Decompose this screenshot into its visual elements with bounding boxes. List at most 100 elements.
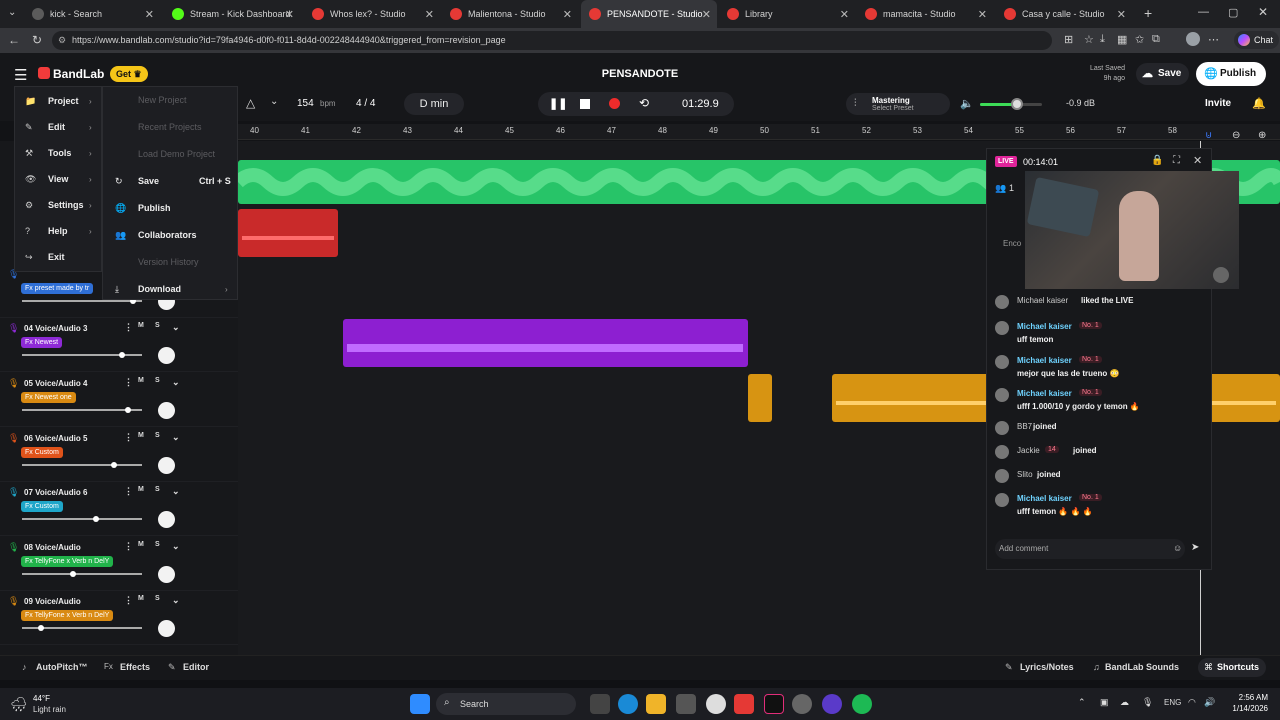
track-header[interactable]: 🎙 08 Voice/Audio Fx TellyFone x Verb n Del… <box>0 537 238 591</box>
metronome-icon[interactable]: △ <box>246 96 255 110</box>
pan-knob[interactable] <box>158 347 175 364</box>
settings-gear-icon[interactable] <box>792 694 812 714</box>
tab-close-icon[interactable]: ✕ <box>145 8 154 21</box>
lyrics-notes-button[interactable]: Lyrics/Notes <box>1020 662 1074 672</box>
copilot-chat-button[interactable]: Chat <box>1234 31 1280 49</box>
chat-username[interactable]: Jackie <box>1017 446 1040 455</box>
get-membership-button[interactable]: Get ♛ <box>110 66 148 82</box>
chat-username[interactable]: Michael kaiser <box>1017 389 1072 398</box>
bandlab-logo[interactable]: BandLab <box>53 67 104 81</box>
track-options-icon[interactable]: ⋮ <box>124 322 133 333</box>
pan-knob[interactable] <box>158 511 175 528</box>
snap-icon[interactable]: ⊍ <box>1205 130 1212 141</box>
download-icon[interactable]: ⤓ <box>1100 33 1105 46</box>
shortcuts-button[interactable]: ⌘ Shortcuts <box>1198 658 1266 677</box>
chrome-icon[interactable] <box>706 694 726 714</box>
collections-icon[interactable]: ⧉ <box>1152 33 1160 46</box>
autopitch-button[interactable]: AutoPitch™ <box>36 662 88 672</box>
pause-icon[interactable]: ❚❚ <box>549 97 567 110</box>
profile-avatar[interactable] <box>1186 32 1200 46</box>
install-icon[interactable]: ⊞ <box>1064 33 1073 46</box>
mute-button[interactable]: M <box>138 322 144 329</box>
browser-tab[interactable]: Casa y calle - Studio ✕ <box>996 0 1132 28</box>
clock-date[interactable]: 1/14/2026 <box>1222 704 1268 713</box>
pan-knob[interactable] <box>158 457 175 474</box>
solo-button[interactable]: S <box>155 432 160 439</box>
track-volume-slider[interactable] <box>22 462 142 468</box>
main-menu-item[interactable]: ⚒ Tools › <box>15 140 101 166</box>
track-fx-preset[interactable]: Fx Custom <box>21 501 63 512</box>
track-options-icon[interactable]: ⋮ <box>124 486 133 497</box>
track-volume-knob[interactable] <box>118 352 125 358</box>
mute-button[interactable]: M <box>138 432 144 439</box>
wifi-icon[interactable]: ◠ <box>1188 697 1196 708</box>
solo-button[interactable]: S <box>155 377 160 384</box>
chat-username[interactable]: Michael kaiser <box>1017 296 1068 305</box>
lock-icon[interactable]: 🔒 <box>1151 155 1163 166</box>
comment-input[interactable]: Add comment ☺ <box>995 539 1185 559</box>
live-video[interactable] <box>1025 171 1239 289</box>
edge-icon[interactable] <box>618 694 638 714</box>
track-name[interactable]: 07 Voice/Audio 6 <box>24 488 87 497</box>
more-icon[interactable]: ⋯ <box>1208 33 1219 46</box>
main-menu-item[interactable]: 👁 View › <box>15 166 101 192</box>
track-header[interactable]: 🎙 07 Voice/Audio 6 Fx Custom ⋮ M S ⌄ <box>0 482 238 536</box>
chat-username[interactable]: Michael kaiser <box>1017 494 1072 503</box>
track-name[interactable]: 04 Voice/Audio 3 <box>24 324 87 333</box>
stop-icon[interactable] <box>580 99 590 109</box>
reload-icon[interactable]: ↻ <box>32 33 42 47</box>
spotify-icon[interactable] <box>852 694 872 714</box>
expand-icon[interactable]: ⛶ <box>1173 155 1180 166</box>
track-volume-knob[interactable] <box>37 625 44 631</box>
track-volume-slider[interactable] <box>22 571 142 577</box>
project-submenu-item[interactable]: 👥 Collaborators <box>103 222 237 248</box>
track-fx-preset[interactable]: Fx Custom <box>21 447 63 458</box>
track-volume-knob[interactable] <box>124 407 131 413</box>
bookmark-icon[interactable]: ☆ <box>1084 33 1094 46</box>
master-volume-slider[interactable] <box>980 98 1042 110</box>
browser-tab[interactable]: Library ✕ <box>719 0 855 28</box>
chevron-down-icon[interactable]: ⌄ <box>172 432 180 443</box>
extensions-icon[interactable]: ▦ <box>1117 33 1127 46</box>
pan-knob[interactable] <box>158 402 175 419</box>
send-icon[interactable]: ➤ <box>1191 542 1199 553</box>
metronome-dropdown-icon[interactable]: ⌄ <box>270 96 278 107</box>
track-volume-slider[interactable] <box>22 625 142 631</box>
audio-clip-purple[interactable] <box>343 319 748 367</box>
clock-time[interactable]: 2:56 AM <box>1226 693 1268 702</box>
track-options-icon[interactable]: ⋮ <box>124 432 133 443</box>
language-indicator[interactable]: ENG <box>1164 698 1181 707</box>
task-view-icon[interactable] <box>590 694 610 714</box>
record-icon[interactable] <box>609 98 620 109</box>
solo-button[interactable]: S <box>155 595 160 602</box>
timeline-ruler[interactable]: 40 41 42 43 44 45 46 47 48 49 50 51 52 53 54 55 56 57 58 <box>238 124 1280 140</box>
invite-button[interactable]: Invite <box>1205 98 1231 109</box>
track-volume-slider[interactable] <box>22 516 142 522</box>
track-fx-preset[interactable]: Fx TellyFone x Verb n DelY <box>21 610 114 621</box>
youtube-icon[interactable] <box>734 694 754 714</box>
chevron-down-icon[interactable]: ⌄ <box>172 377 180 388</box>
chat-username[interactable]: Michael kaiser <box>1017 356 1072 365</box>
solo-button[interactable]: S <box>155 486 160 493</box>
mute-button[interactable]: M <box>138 595 144 602</box>
track-volume-knob[interactable] <box>69 571 76 577</box>
minimize-icon[interactable]: — <box>1198 6 1209 18</box>
key-selector[interactable]: D min <box>404 93 464 115</box>
main-menu-item[interactable]: ✎ Edit › <box>15 114 101 140</box>
project-submenu-item[interactable]: ↻ Save Ctrl + S <box>103 168 237 194</box>
chat-username[interactable]: Slito <box>1017 470 1033 479</box>
track-options-icon[interactable]: ⋮ <box>124 541 133 552</box>
tab-close-icon[interactable]: ✕ <box>702 8 711 21</box>
speaker-icon[interactable]: 🔈 <box>960 97 974 110</box>
track-name[interactable]: 06 Voice/Audio 5 <box>24 434 87 443</box>
chat-username[interactable]: BB7 <box>1017 422 1032 431</box>
audio-clip-red[interactable] <box>238 209 338 257</box>
editor-button[interactable]: Editor <box>183 662 209 672</box>
solo-button[interactable]: S <box>155 322 160 329</box>
tempo-value[interactable]: 154 <box>297 98 314 109</box>
chevron-down-icon[interactable]: ⌄ <box>172 322 180 333</box>
publish-button[interactable]: 🌐 Publish <box>1196 62 1267 86</box>
chevron-down-icon[interactable]: ⌄ <box>172 541 180 552</box>
chevron-down-icon[interactable]: ⌄ <box>172 595 180 606</box>
loop-icon[interactable]: ⟲ <box>639 96 649 110</box>
